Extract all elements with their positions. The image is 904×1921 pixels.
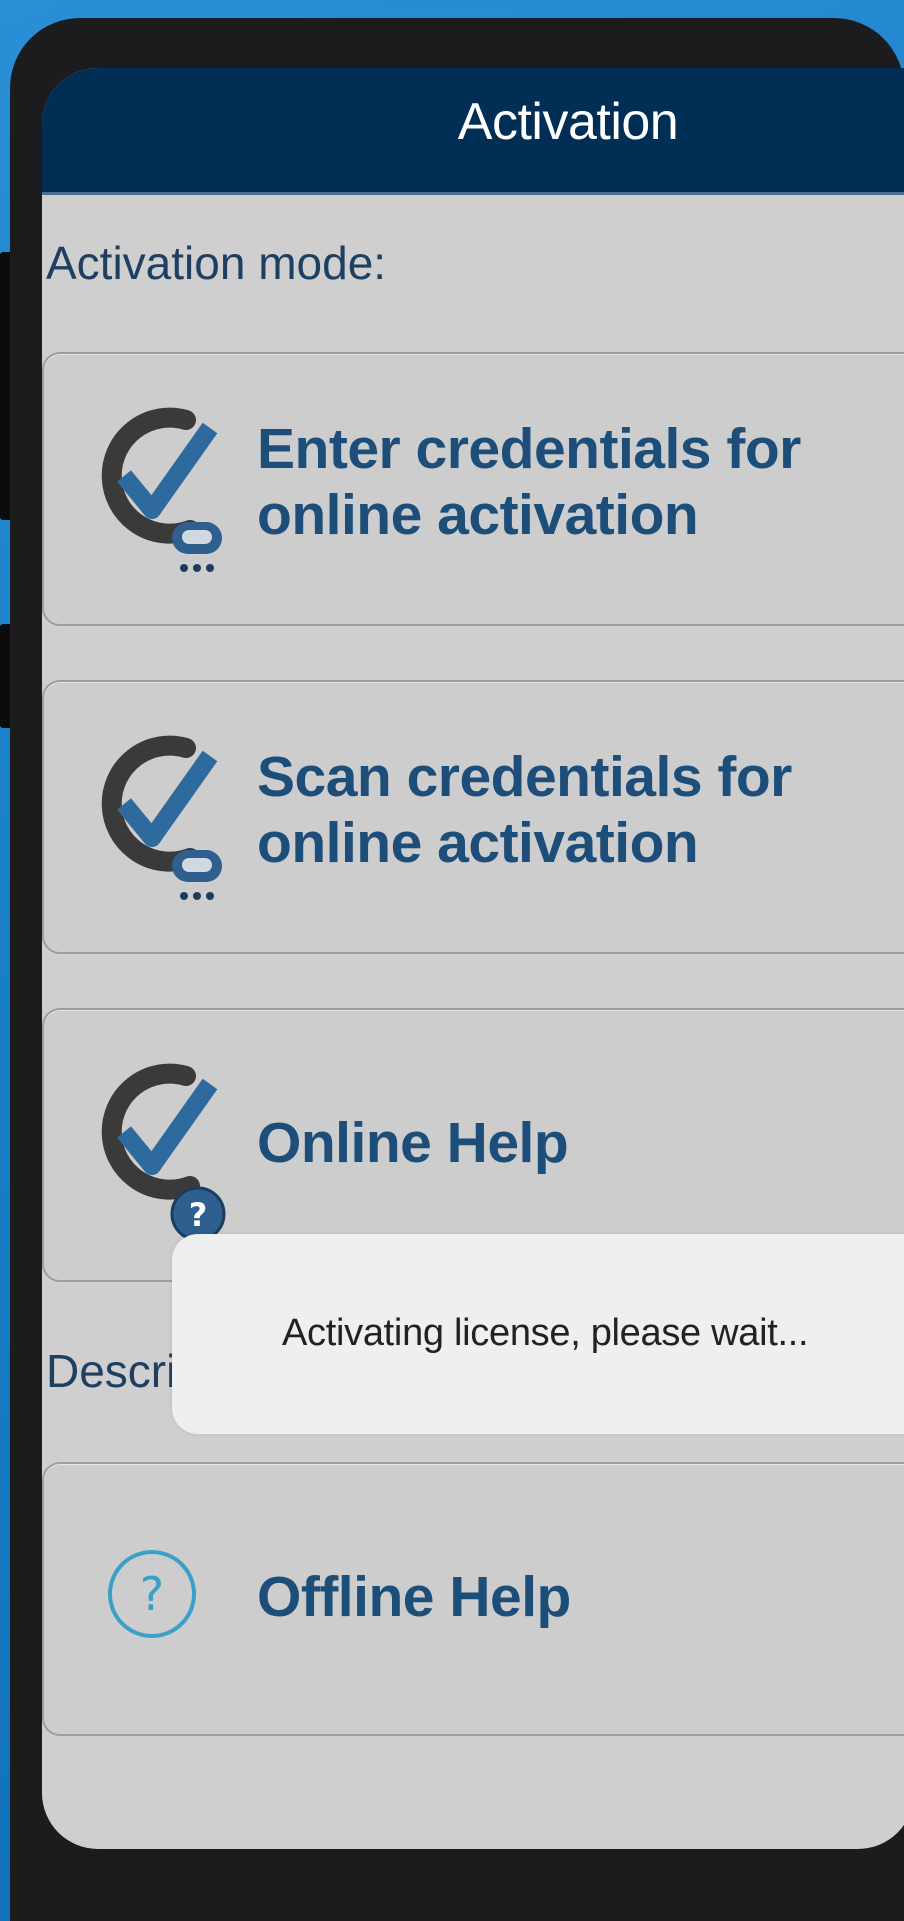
help-circle-icon: ? [108,1550,196,1638]
page-title: Activation [457,93,679,151]
checkmark-keyboard-icon [101,735,222,900]
activation-mode-label: Activation mode: [46,237,387,289]
card-label: Scan credentials for online activation [257,745,792,875]
checkmark-help-icon: ? [101,1063,226,1242]
offline-help-button[interactable]: ? Offline Help [42,1462,904,1736]
card-label: Enter credentials for online activation [257,417,801,547]
app-screen: Activation Activation mode: Enter creden… [42,68,904,1849]
toast-message: Activating license, please wait... [282,1312,809,1354]
activation-toast: Activating license, please wait... [172,1234,904,1434]
scan-credentials-button[interactable]: Scan credentials for online activation [42,680,904,954]
svg-text:?: ? [140,1567,164,1621]
phone-frame: Activation Activation mode: Enter creden… [10,18,904,1921]
svg-text:?: ? [189,1196,208,1234]
checkmark-keyboard-icon [101,407,222,572]
card-label: Offline Help [257,1565,571,1629]
enter-credentials-button[interactable]: Enter credentials for online activation [42,352,904,626]
bottom-empty-area [42,1758,904,1849]
card-label: Online Help [257,1111,569,1175]
navigation-bar: Activation [42,68,904,195]
